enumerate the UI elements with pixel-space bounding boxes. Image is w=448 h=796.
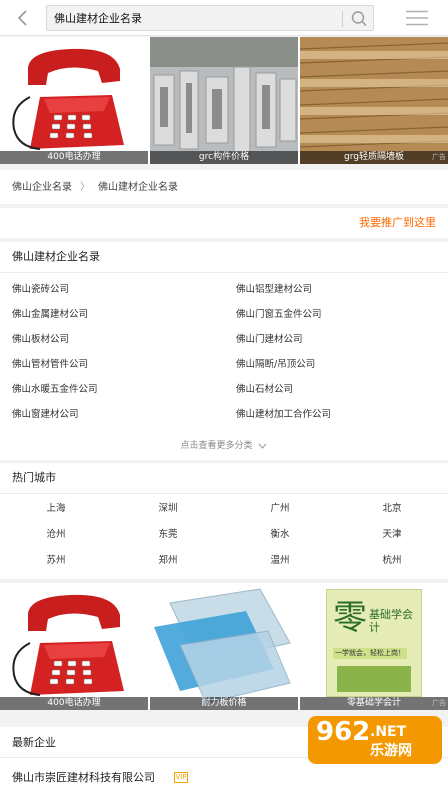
category-link[interactable]: 佛山板材公司 <box>12 334 69 346</box>
book-cover-image: 零 基础学会计 一学就会，轻松上岗！ <box>300 583 448 710</box>
back-icon[interactable] <box>14 9 32 27</box>
search-icon[interactable] <box>348 8 370 29</box>
promote-link[interactable]: 我要推广到这里 <box>359 216 436 230</box>
divider <box>0 493 448 494</box>
company-link[interactable]: 佛山市崇匠建材科技有限公司 <box>12 771 155 785</box>
menu-icon[interactable] <box>406 10 428 26</box>
ad-caption: grc构件价格 <box>150 151 298 164</box>
city-link[interactable]: 天津 <box>372 529 412 541</box>
polycarbonate-panels-image <box>150 583 298 710</box>
city-link[interactable]: 东莞 <box>148 529 188 541</box>
red-telephone-image <box>0 37 148 164</box>
city-link[interactable]: 杭州 <box>372 555 412 567</box>
site-watermark-logo: 962 .NET 乐游网 <box>308 716 442 764</box>
city-link[interactable]: 郑州 <box>148 555 188 567</box>
ad-caption: 400电话办理 <box>0 697 148 710</box>
category-link[interactable]: 佛山瓷砖公司 <box>12 284 69 296</box>
category-link[interactable]: 佛山门窗五金件公司 <box>236 309 322 321</box>
city-link[interactable]: 衡水 <box>260 529 300 541</box>
category-link[interactable]: 佛山窗建材公司 <box>12 409 79 421</box>
logo-suffix: .NET <box>370 724 407 740</box>
ad-caption: 零基础学会计 <box>300 697 448 710</box>
ad-caption: 耐力板价格 <box>150 697 298 710</box>
logo-name: 乐游网 <box>370 743 412 759</box>
category-directory: 佛山建材企业名录 佛山瓷砖公司 佛山铝型建材公司 佛山金属建材公司 佛山门窗五金… <box>0 242 448 460</box>
category-link[interactable]: 佛山石材公司 <box>236 384 293 396</box>
breadcrumb: 佛山企业名录 〉 佛山建材企业名录 <box>0 170 448 204</box>
search-divider <box>342 11 343 27</box>
divider <box>0 272 448 273</box>
city-link[interactable]: 北京 <box>372 503 412 515</box>
city-link[interactable]: 广州 <box>260 503 300 515</box>
top-bar: 佛山建材企业名录 <box>0 0 448 36</box>
book-subtitle: 一学就会，轻松上岗！ <box>333 648 407 659</box>
city-link[interactable]: 深圳 <box>148 503 188 515</box>
section-title: 热门城市 <box>12 471 56 484</box>
city-link[interactable]: 温州 <box>260 555 300 567</box>
category-link[interactable]: 佛山建材加工合作公司 <box>236 409 331 421</box>
search-input[interactable]: 佛山建材企业名录 <box>54 11 142 27</box>
ad-caption: 400电话办理 <box>0 151 148 164</box>
more-categories-link[interactable]: 点击查看更多分类 <box>0 440 448 452</box>
promo-bar: 我要推广到这里 <box>0 208 448 238</box>
book-illustration <box>337 666 411 692</box>
category-link[interactable]: 佛山水暖五金件公司 <box>12 384 98 396</box>
category-link[interactable]: 佛山管材管件公司 <box>12 359 88 371</box>
ad-tile-phone[interactable]: 400电话办理 <box>0 583 148 710</box>
ad-tile-grc[interactable]: grc构件价格 <box>150 37 298 164</box>
category-link[interactable]: 佛山门建材公司 <box>236 334 303 346</box>
ad-caption: grg轻质隔墙板 <box>300 151 448 164</box>
city-link[interactable]: 上海 <box>36 503 76 515</box>
ad-tag: 广告 <box>432 153 446 161</box>
city-link[interactable]: 沧州 <box>36 529 76 541</box>
city-link[interactable]: 苏州 <box>36 555 76 567</box>
book-cover: 零 基础学会计 一学就会，轻松上岗！ <box>326 589 422 697</box>
ad-tile-accounting[interactable]: 零 基础学会计 一学就会，轻松上岗！ 零基础学会计 广告 <box>300 583 448 710</box>
bottom-ad-banner: 400电话办理 耐力板价格 零 基础学会计 一学就会，轻松上岗！ 零基础学会计 … <box>0 583 448 710</box>
category-link[interactable]: 佛山隔断/吊顶公司 <box>236 359 315 371</box>
ad-tag: 广告 <box>432 699 446 707</box>
grc-components-image <box>150 37 298 164</box>
ad-tile-panel[interactable]: 耐力板价格 <box>150 583 298 710</box>
breadcrumb-home[interactable]: 佛山企业名录 <box>12 181 72 194</box>
breadcrumb-separator: 〉 <box>80 182 90 193</box>
section-title: 佛山建材企业名录 <box>12 250 100 263</box>
top-ad-banner: 400电话办理 grc构件价格 grg轻质隔墙板 广告 <box>0 37 448 164</box>
red-telephone-image <box>0 583 148 710</box>
search-box[interactable]: 佛山建材企业名录 <box>46 5 374 31</box>
category-link[interactable]: 佛山金属建材公司 <box>12 309 88 321</box>
book-title-big: 零 <box>333 598 367 638</box>
wood-boards-image <box>300 37 448 164</box>
vip-badge: VIP <box>174 772 188 783</box>
hot-cities: 热门城市 上海 深圳 广州 北京 沧州 东莞 衡水 天津 苏州 郑州 温州 杭州 <box>0 463 448 579</box>
ad-tile-phone[interactable]: 400电话办理 <box>0 37 148 164</box>
more-categories-label: 点击查看更多分类 <box>180 441 253 451</box>
ad-tile-grg[interactable]: grg轻质隔墙板 广告 <box>300 37 448 164</box>
chevron-down-icon <box>259 443 267 449</box>
section-title: 最新企业 <box>12 736 56 749</box>
breadcrumb-current: 佛山建材企业名录 <box>98 182 178 193</box>
book-title: 基础学会计 <box>369 608 413 634</box>
category-link[interactable]: 佛山铝型建材公司 <box>236 284 312 296</box>
logo-number: 962 <box>316 717 371 747</box>
